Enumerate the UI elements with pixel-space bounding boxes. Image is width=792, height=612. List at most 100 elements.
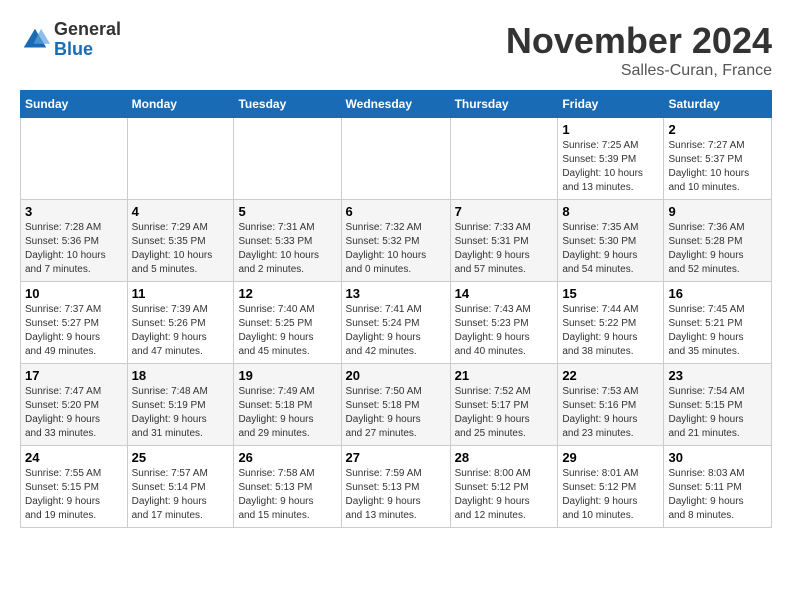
day-number: 25 (132, 450, 230, 465)
calendar-cell: 21Sunrise: 7:52 AM Sunset: 5:17 PM Dayli… (450, 364, 558, 446)
calendar-cell: 5 Sunrise: 7:31 AM Sunset: 5:33 PM Daylig… (234, 200, 341, 282)
calendar-cell: 7 Sunrise: 7:33 AM Sunset: 5:31 PM Daylig… (450, 200, 558, 282)
day-info: Sunrise: 7:57 AM Sunset: 5:14 PM Dayligh… (132, 467, 230, 523)
day-number: 9 (668, 204, 767, 219)
day-number: 7 (455, 204, 554, 219)
calendar-cell: 17 Sunrise: 7:47 AM Sunset: 5:20 PM Dayli… (21, 364, 128, 446)
day-info: Sunrise: 7:29 AM Sunset: 5:35 PM Dayligh… (132, 221, 230, 277)
calendar-cell: 16Sunrise: 7:45 AM Sunset: 5:21 PM Dayli… (664, 282, 772, 364)
day-number: 15 (562, 286, 659, 301)
month-title: November 2024 (506, 20, 772, 62)
day-number: 21 (455, 368, 554, 383)
day-info: Sunrise: 7:28 AM Sunset: 5:36 PM Dayligh… (25, 221, 123, 277)
calendar-cell: 25 Sunrise: 7:57 AM Sunset: 5:14 PM Dayli… (127, 446, 234, 528)
day-info: Sunrise: 7:43 AM Sunset: 5:23 PM Dayligh… (455, 303, 554, 359)
calendar-cell (127, 118, 234, 200)
day-info: Sunrise: 7:37 AM Sunset: 5:27 PM Dayligh… (25, 303, 123, 359)
day-number: 6 (346, 204, 446, 219)
calendar-cell: 9 Sunrise: 7:36 AM Sunset: 5:28 PM Daylig… (664, 200, 772, 282)
day-info: Sunrise: 8:00 AM Sunset: 5:12 PM Dayligh… (455, 467, 554, 523)
calendar-cell: 12Sunrise: 7:40 AM Sunset: 5:25 PM Dayli… (234, 282, 341, 364)
calendar-cell (450, 118, 558, 200)
day-info: Sunrise: 8:01 AM Sunset: 5:12 PM Dayligh… (562, 467, 659, 523)
day-number: 10 (25, 286, 123, 301)
calendar-cell: 29 Sunrise: 8:01 AM Sunset: 5:12 PM Dayli… (558, 446, 664, 528)
day-number: 4 (132, 204, 230, 219)
day-number: 18 (132, 368, 230, 383)
calendar-header-thursday: Thursday (450, 91, 558, 118)
calendar-cell: 3 Sunrise: 7:28 AM Sunset: 5:36 PM Daylig… (21, 200, 128, 282)
calendar-cell: 22Sunrise: 7:53 AM Sunset: 5:16 PM Dayli… (558, 364, 664, 446)
day-info: Sunrise: 7:25 AM Sunset: 5:39 PM Dayligh… (562, 139, 659, 195)
calendar-cell: 13 Sunrise: 7:41 AM Sunset: 5:24 PM Dayli… (341, 282, 450, 364)
calendar-cell: 24Sunrise: 7:55 AM Sunset: 5:15 PM Dayli… (21, 446, 128, 528)
logo-icon (20, 25, 50, 55)
day-info: Sunrise: 7:59 AM Sunset: 5:13 PM Dayligh… (346, 467, 446, 523)
day-number: 3 (25, 204, 123, 219)
calendar-week-row: 3 Sunrise: 7:28 AM Sunset: 5:36 PM Daylig… (21, 200, 772, 282)
calendar-cell: 23 Sunrise: 7:54 AM Sunset: 5:15 PM Dayli… (664, 364, 772, 446)
calendar-cell: 6Sunrise: 7:32 AM Sunset: 5:32 PM Daylig… (341, 200, 450, 282)
calendar-cell: 11 Sunrise: 7:39 AM Sunset: 5:26 PM Dayli… (127, 282, 234, 364)
calendar-week-row: 17 Sunrise: 7:47 AM Sunset: 5:20 PM Dayli… (21, 364, 772, 446)
calendar-header-sunday: Sunday (21, 91, 128, 118)
day-number: 29 (562, 450, 659, 465)
day-info: Sunrise: 7:27 AM Sunset: 5:37 PM Dayligh… (668, 139, 767, 195)
day-number: 23 (668, 368, 767, 383)
day-info: Sunrise: 8:03 AM Sunset: 5:11 PM Dayligh… (668, 467, 767, 523)
calendar-cell: 19Sunrise: 7:49 AM Sunset: 5:18 PM Dayli… (234, 364, 341, 446)
logo-text: General Blue (54, 20, 121, 60)
day-number: 12 (238, 286, 336, 301)
day-info: Sunrise: 7:47 AM Sunset: 5:20 PM Dayligh… (25, 385, 123, 441)
title-area: November 2024 Salles-Curan, France (506, 20, 772, 80)
calendar-cell (234, 118, 341, 200)
page-header: General Blue November 2024 Salles-Curan,… (20, 20, 772, 80)
calendar-header-wednesday: Wednesday (341, 91, 450, 118)
day-number: 13 (346, 286, 446, 301)
calendar-cell: 14 Sunrise: 7:43 AM Sunset: 5:23 PM Dayli… (450, 282, 558, 364)
calendar-cell (21, 118, 128, 200)
day-info: Sunrise: 7:53 AM Sunset: 5:16 PM Dayligh… (562, 385, 659, 441)
day-info: Sunrise: 7:36 AM Sunset: 5:28 PM Dayligh… (668, 221, 767, 277)
day-info: Sunrise: 7:58 AM Sunset: 5:13 PM Dayligh… (238, 467, 336, 523)
calendar-week-row: 10 Sunrise: 7:37 AM Sunset: 5:27 PM Dayli… (21, 282, 772, 364)
calendar-cell (341, 118, 450, 200)
day-number: 11 (132, 286, 230, 301)
day-info: Sunrise: 7:31 AM Sunset: 5:33 PM Dayligh… (238, 221, 336, 277)
day-number: 17 (25, 368, 123, 383)
calendar-cell: 4 Sunrise: 7:29 AM Sunset: 5:35 PM Daylig… (127, 200, 234, 282)
calendar-week-row: 1Sunrise: 7:25 AM Sunset: 5:39 PM Daylig… (21, 118, 772, 200)
day-number: 30 (668, 450, 767, 465)
day-info: Sunrise: 7:54 AM Sunset: 5:15 PM Dayligh… (668, 385, 767, 441)
day-info: Sunrise: 7:45 AM Sunset: 5:21 PM Dayligh… (668, 303, 767, 359)
calendar-cell: 30 Sunrise: 8:03 AM Sunset: 5:11 PM Dayli… (664, 446, 772, 528)
day-number: 20 (346, 368, 446, 383)
day-number: 14 (455, 286, 554, 301)
calendar-table: SundayMondayTuesdayWednesdayThursdayFrid… (20, 90, 772, 528)
calendar-cell: 27 Sunrise: 7:59 AM Sunset: 5:13 PM Dayli… (341, 446, 450, 528)
calendar-cell: 8 Sunrise: 7:35 AM Sunset: 5:30 PM Daylig… (558, 200, 664, 282)
day-info: Sunrise: 7:50 AM Sunset: 5:18 PM Dayligh… (346, 385, 446, 441)
calendar-header-saturday: Saturday (664, 91, 772, 118)
calendar-cell: 20 Sunrise: 7:50 AM Sunset: 5:18 PM Dayli… (341, 364, 450, 446)
day-info: Sunrise: 7:39 AM Sunset: 5:26 PM Dayligh… (132, 303, 230, 359)
day-info: Sunrise: 7:35 AM Sunset: 5:30 PM Dayligh… (562, 221, 659, 277)
day-number: 27 (346, 450, 446, 465)
location: Salles-Curan, France (506, 62, 772, 80)
calendar-cell: 15Sunrise: 7:44 AM Sunset: 5:22 PM Dayli… (558, 282, 664, 364)
calendar-header-monday: Monday (127, 91, 234, 118)
day-info: Sunrise: 7:41 AM Sunset: 5:24 PM Dayligh… (346, 303, 446, 359)
day-number: 5 (238, 204, 336, 219)
day-info: Sunrise: 7:33 AM Sunset: 5:31 PM Dayligh… (455, 221, 554, 277)
calendar-cell: 1Sunrise: 7:25 AM Sunset: 5:39 PM Daylig… (558, 118, 664, 200)
logo-general: General (54, 20, 121, 40)
day-number: 24 (25, 450, 123, 465)
logo: General Blue (20, 20, 121, 60)
calendar-cell: 28Sunrise: 8:00 AM Sunset: 5:12 PM Dayli… (450, 446, 558, 528)
day-number: 2 (668, 122, 767, 137)
calendar-header-tuesday: Tuesday (234, 91, 341, 118)
calendar-cell: 18 Sunrise: 7:48 AM Sunset: 5:19 PM Dayli… (127, 364, 234, 446)
day-number: 19 (238, 368, 336, 383)
day-info: Sunrise: 7:48 AM Sunset: 5:19 PM Dayligh… (132, 385, 230, 441)
day-number: 8 (562, 204, 659, 219)
